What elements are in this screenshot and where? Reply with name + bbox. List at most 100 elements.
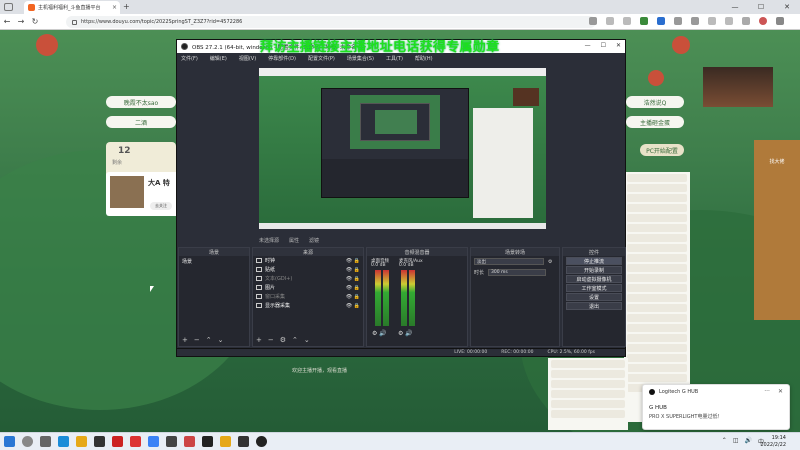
lock-icon[interactable]: [72, 19, 77, 25]
app-icon[interactable]: [184, 436, 195, 447]
start-icon[interactable]: [4, 436, 15, 447]
menu-help[interactable]: 帮助(H): [415, 55, 433, 62]
exit-button[interactable]: 退出: [566, 302, 622, 310]
url-text[interactable]: https://www.douyu.com/topic/2022SpringST…: [81, 19, 242, 25]
tab-close-icon[interactable]: ×: [112, 4, 120, 11]
source-item[interactable]: 窗口采集 👁 🔒: [253, 292, 363, 301]
stop-streaming-button[interactable]: 停止推流: [566, 257, 622, 265]
steam-icon[interactable]: [202, 436, 213, 447]
duration-input[interactable]: 300 ms: [488, 269, 547, 276]
source-item[interactable]: 显示器采集 👁 🔒: [253, 301, 363, 310]
read-aloud-icon[interactable]: [589, 17, 597, 25]
source-item[interactable]: 文本(GDI+) 👁 🔒: [253, 274, 363, 283]
menu-scene-collection[interactable]: 场景集合(S): [347, 55, 374, 62]
favorite-icon[interactable]: [623, 17, 631, 25]
close-button[interactable]: ✕: [774, 0, 800, 14]
minimize-button[interactable]: —: [722, 0, 748, 14]
visibility-icon[interactable]: 👁 🔒: [346, 258, 360, 264]
follow-button[interactable]: 去关注: [150, 202, 172, 210]
move-down-icon[interactable]: ⌄: [304, 336, 310, 344]
app-icon[interactable]: [94, 436, 105, 447]
profile-avatar[interactable]: [759, 17, 767, 25]
edge-icon[interactable]: [58, 436, 69, 447]
settings-button[interactable]: 设置: [566, 293, 622, 301]
menu-view[interactable]: 视图(V): [239, 55, 256, 62]
file-explorer-icon[interactable]: [76, 436, 87, 447]
app-icon[interactable]: [112, 436, 123, 447]
extension-green-icon[interactable]: [640, 17, 648, 25]
app-icon[interactable]: [220, 436, 231, 447]
user-card[interactable]: 大A 特 去关注: [106, 172, 180, 216]
mute-icon[interactable]: ⚙ 🔊: [372, 330, 387, 337]
menu-docks[interactable]: 停靠部件(D): [268, 55, 296, 62]
move-down-icon[interactable]: ⌄: [218, 336, 224, 344]
source-item[interactable]: 时钟 👁 🔒: [253, 256, 363, 265]
remove-icon[interactable]: −: [268, 336, 274, 344]
volume-icon[interactable]: 🔊: [745, 437, 752, 446]
app-icon[interactable]: [238, 436, 249, 447]
more-menu-icon[interactable]: [776, 17, 784, 25]
audio-volume-slider[interactable]: [383, 270, 389, 326]
streamer-pill[interactable]: 浩然说Q: [626, 96, 684, 108]
virtual-camera-button[interactable]: 启动虚拟摄像机: [566, 275, 622, 283]
properties-button[interactable]: 属性: [289, 237, 299, 244]
filters-button[interactable]: 滤镜: [309, 237, 319, 244]
obs-maximize-button[interactable]: ☐: [601, 42, 606, 49]
scene-item[interactable]: 场景: [179, 256, 249, 267]
ad-column[interactable]: 找大佬: [754, 140, 800, 320]
studio-mode-button[interactable]: 工作室模式: [566, 284, 622, 292]
network-icon[interactable]: ◫: [733, 437, 739, 446]
address-bar[interactable]: https://www.douyu.com/topic/2022SpringST…: [66, 16, 596, 28]
audio-volume-slider[interactable]: [409, 270, 415, 326]
taskbar-clock[interactable]: 19:14 2022/2/22: [760, 435, 786, 449]
notification-toast[interactable]: Logitech G HUB ··· ✕ G HUB PRO X SUPERLI…: [642, 384, 790, 430]
source-item[interactable]: 图片 👁 🔒: [253, 283, 363, 292]
remove-icon[interactable]: −: [194, 336, 200, 344]
add-icon[interactable]: +: [256, 336, 262, 344]
source-item[interactable]: 贴纸 👁 🔒: [253, 265, 363, 274]
obs-minimize-button[interactable]: —: [585, 42, 591, 49]
obs-window[interactable]: OBS 27.2.1 (64-bit, windows) - 配置文件: 未命名…: [176, 39, 626, 357]
visibility-icon[interactable]: 👁 🔒: [346, 276, 360, 282]
start-recording-button[interactable]: 开始录制: [566, 266, 622, 274]
menu-profile[interactable]: 配置文件(P): [308, 55, 335, 62]
menu-edit[interactable]: 编辑(E): [210, 55, 227, 62]
extension-blue-icon[interactable]: [657, 17, 665, 25]
close-icon[interactable]: ✕: [778, 388, 783, 395]
visibility-icon[interactable]: 👁 🔒: [346, 267, 360, 273]
collections-button-icon[interactable]: [742, 17, 750, 25]
app-icon[interactable]: [130, 436, 141, 447]
stream-thumbnail[interactable]: [703, 67, 773, 107]
add-icon[interactable]: +: [182, 336, 188, 344]
back-icon[interactable]: ←: [0, 17, 14, 26]
obs-icon[interactable]: [256, 436, 267, 447]
more-icon[interactable]: ···: [764, 388, 770, 395]
menu-file[interactable]: 文件(F): [181, 55, 198, 62]
streamer-pill[interactable]: 主播砸金蛋: [626, 116, 684, 128]
extension-icon[interactable]: [674, 17, 682, 25]
search-icon[interactable]: [22, 436, 33, 447]
gear-icon[interactable]: ⚙: [280, 336, 286, 344]
transition-select[interactable]: 淡出: [474, 258, 544, 265]
pc-config-pill[interactable]: PC开始配置: [640, 144, 684, 156]
task-view-icon[interactable]: [40, 436, 51, 447]
visibility-icon[interactable]: 👁 🔒: [346, 294, 360, 300]
streamer-pill[interactable]: 二酒: [106, 116, 176, 128]
refresh-icon[interactable]: ↻: [28, 17, 42, 26]
visibility-icon[interactable]: 👁 🔒: [346, 285, 360, 291]
transition-gear-icon[interactable]: ⚙: [548, 259, 552, 265]
zoom-icon[interactable]: [606, 17, 614, 25]
collections-icon[interactable]: [691, 17, 699, 25]
app-icon[interactable]: [148, 436, 159, 447]
app-icon[interactable]: [166, 436, 177, 447]
mute-icon[interactable]: ⚙ 🔊: [398, 330, 413, 337]
extensions-puzzle-icon[interactable]: [708, 17, 716, 25]
menu-tools[interactable]: 工具(T): [386, 55, 403, 62]
move-up-icon[interactable]: ⌃: [206, 336, 212, 344]
browser-tab[interactable]: 主机福利福利_斗鱼直播平台 ×: [24, 1, 120, 14]
move-up-icon[interactable]: ⌃: [292, 336, 298, 344]
chevron-up-icon[interactable]: ⌃: [722, 437, 727, 446]
forward-icon[interactable]: →: [14, 17, 28, 26]
tab-actions-icon[interactable]: [4, 3, 13, 11]
new-tab-button[interactable]: +: [123, 2, 130, 11]
